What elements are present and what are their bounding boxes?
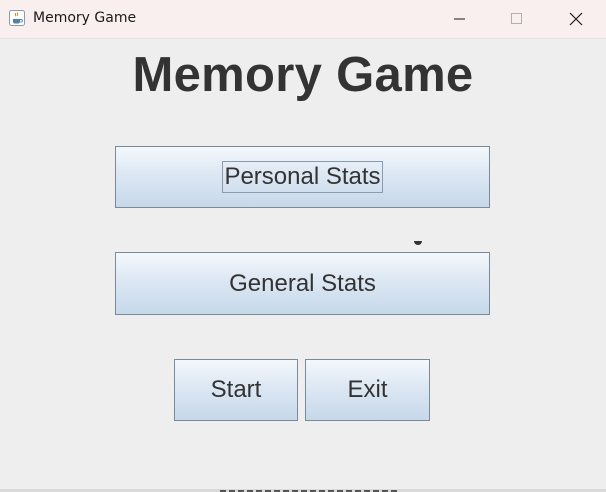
window-title: Memory Game	[33, 10, 137, 26]
close-icon	[569, 12, 583, 26]
java-coffee-icon[interactable]	[9, 10, 25, 26]
personal-stats-button[interactable]: Personal Stats	[115, 146, 490, 208]
close-button[interactable]	[547, 0, 605, 38]
start-label: Start	[210, 376, 262, 403]
page-title: Memory Game	[132, 48, 474, 102]
maximize-icon	[511, 13, 522, 24]
render-artifact	[414, 241, 422, 245]
general-stats-label: General Stats	[229, 269, 376, 297]
exit-label: Exit	[347, 376, 388, 403]
start-button[interactable]: Start	[174, 359, 298, 421]
minimize-button[interactable]	[431, 0, 489, 38]
main-panel: Memory Game Personal Stats General Stats…	[0, 39, 606, 492]
minimize-icon	[454, 18, 465, 20]
exit-button[interactable]: Exit	[305, 359, 430, 421]
window-titlebar[interactable]: Memory Game	[0, 0, 606, 39]
personal-stats-label: Personal Stats	[222, 161, 383, 193]
maximize-button[interactable]	[488, 0, 546, 38]
general-stats-button[interactable]: General Stats	[115, 252, 490, 315]
